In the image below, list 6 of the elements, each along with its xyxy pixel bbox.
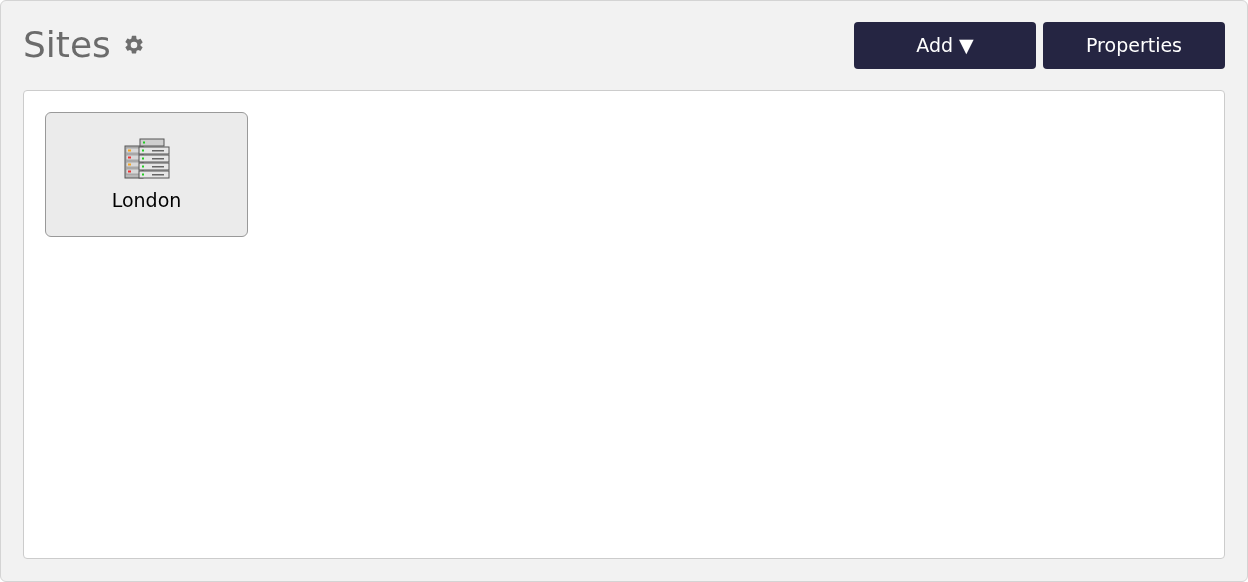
server-rack-icon bbox=[123, 138, 170, 181]
add-dropdown-button[interactable]: Add ▼ bbox=[854, 21, 1036, 69]
site-tile[interactable]: London bbox=[45, 112, 248, 237]
page-title: Sites bbox=[23, 27, 111, 63]
settings-icon[interactable] bbox=[122, 34, 145, 56]
properties-button[interactable]: Properties bbox=[1043, 21, 1225, 69]
